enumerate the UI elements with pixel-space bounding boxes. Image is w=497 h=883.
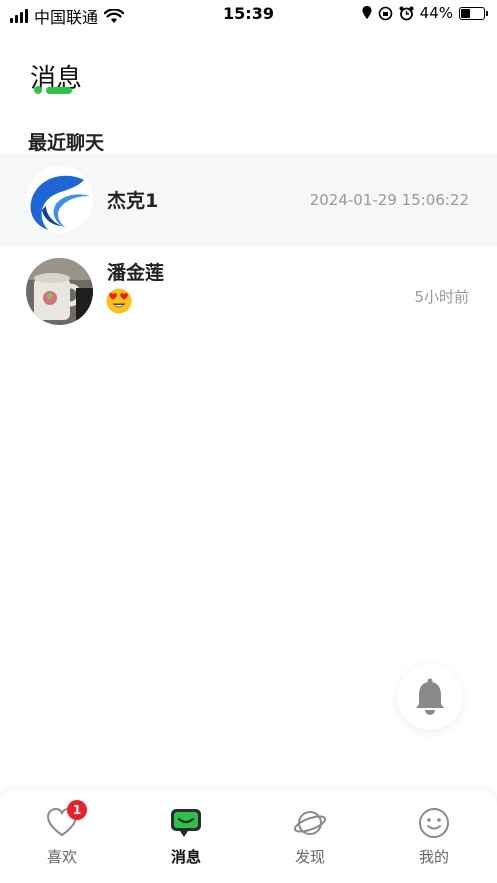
chat-list: 杰克1 2024-01-29 15:06:22 潘金莲 5小时前 — [0, 154, 497, 338]
section-title: 最近聊天 — [28, 132, 105, 154]
status-right: 44% — [362, 4, 488, 22]
tab-bar: 1 喜欢 消息 发现 我的 — [0, 790, 497, 883]
chat-item[interactable]: 杰克1 2024-01-29 15:06:22 — [0, 154, 497, 246]
likes-badge: 1 — [67, 800, 87, 820]
chat-item[interactable]: 潘金莲 5小时前 — [0, 246, 497, 338]
app-logo-avatar[interactable] — [26, 166, 93, 233]
battery-icon — [459, 6, 488, 20]
status-bar: 中国联通 15:39 44% — [0, 0, 497, 30]
chat-name: 潘金莲 — [107, 262, 165, 284]
tab-messages[interactable]: 消息 — [146, 806, 226, 867]
battery-percent: 44% — [419, 4, 453, 22]
location-icon — [362, 6, 372, 19]
bell-icon — [416, 678, 444, 715]
tab-label: 发现 — [294, 848, 325, 866]
tab-discover[interactable]: 发现 — [270, 806, 350, 867]
tab-label: 我的 — [418, 848, 449, 866]
alarm-icon — [399, 6, 414, 20]
tab-label: 消息 — [170, 848, 201, 866]
tab-likes[interactable]: 1 喜欢 — [22, 800, 102, 867]
messages-screen: 中国联通 15:39 44% 消息 最近聊天 杰克1 2024-01-29 15… — [0, 0, 497, 883]
chat-bubble-icon — [171, 809, 201, 837]
chat-name: 杰克1 — [107, 190, 159, 212]
heart-eyes-emoji-icon — [106, 288, 132, 314]
notification-bell-button[interactable] — [397, 664, 463, 730]
planet-icon — [293, 811, 327, 835]
chat-time: 2024-01-29 15:06:22 — [309, 191, 469, 209]
chat-time: 5小时前 — [414, 288, 469, 306]
tab-profile[interactable]: 我的 — [394, 806, 474, 867]
rotation-lock-icon — [378, 6, 392, 20]
title-indicator — [34, 86, 74, 94]
smiley-icon — [419, 808, 449, 838]
tab-label: 喜欢 — [46, 848, 77, 866]
mug-photo-avatar[interactable] — [26, 258, 93, 325]
